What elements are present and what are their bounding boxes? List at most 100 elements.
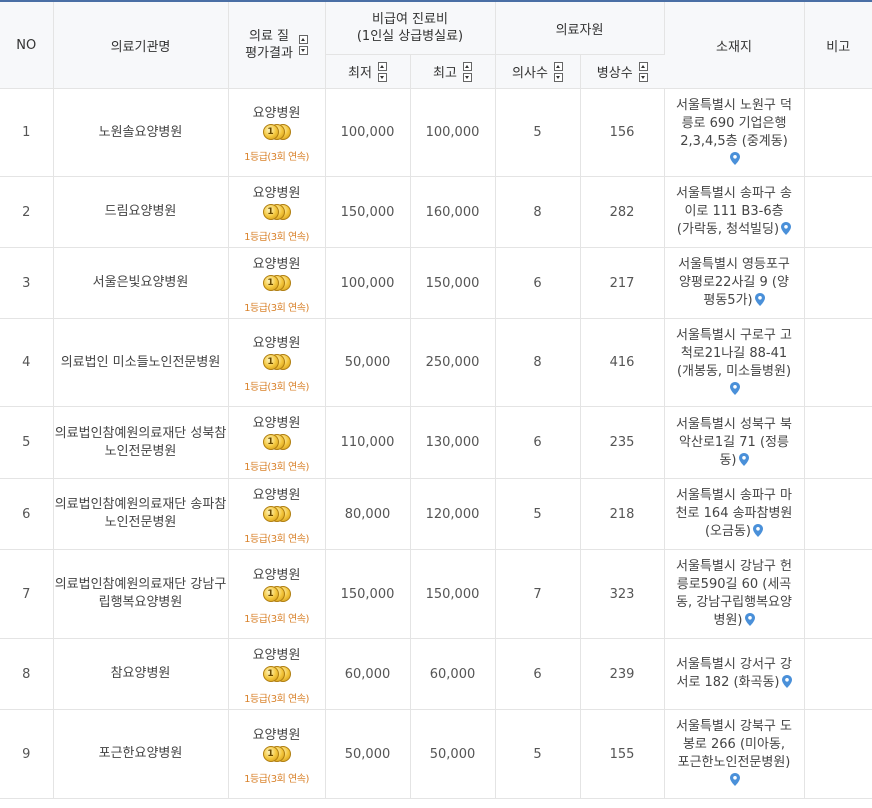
- map-pin-icon[interactable]: [753, 524, 764, 537]
- header-staff: 의료자원: [495, 0, 665, 55]
- map-pin-icon[interactable]: [754, 293, 765, 306]
- address-text: 서울특별시 송파구 송이로 111 B3-6층 (가락동, 청석빌딩): [676, 186, 792, 237]
- quality-type: 요양병원: [252, 727, 301, 743]
- quality-grade: 1등급(3회 연속): [244, 462, 309, 473]
- cell-address: 서울특별시 성북구 북악산로1길 71 (정릉동): [664, 406, 805, 479]
- table-body: 1 노원솔요양병원 요양병원 1 1등급(3회 연속) 100,000 100,…: [0, 88, 872, 799]
- sort-updown-icon[interactable]: [553, 61, 563, 82]
- header-no: NO: [0, 0, 54, 89]
- quality-type: 요양병원: [252, 256, 301, 272]
- sort-updown-icon[interactable]: [298, 35, 308, 55]
- quality-type: 요양병원: [252, 185, 301, 201]
- map-pin-icon[interactable]: [781, 675, 792, 688]
- cell-address: 서울특별시 영등포구 양평로22사길 9 (양평동5가): [664, 247, 805, 319]
- cell-no: 8: [0, 638, 54, 710]
- sort-updown-icon[interactable]: [462, 61, 472, 82]
- cell-fee-min: 150,000: [325, 176, 411, 248]
- address-text: 서울특별시 강서구 강서로 182 (화곡동): [676, 657, 792, 690]
- hospital-name-link[interactable]: 의료법인참예원의료재단 성북참노인전문병원: [54, 425, 228, 461]
- cell-doctors: 6: [495, 406, 581, 479]
- quality-type: 요양병원: [252, 416, 301, 431]
- cell-address: 서울특별시 송파구 송이로 111 B3-6층 (가락동, 청석빌딩): [664, 176, 805, 248]
- hospital-name-link[interactable]: 서울은빛요양병원: [93, 274, 189, 292]
- cell-quality: 요양병원 1 1등급(3회 연속): [228, 406, 326, 479]
- cell-doctors: 5: [495, 709, 581, 799]
- quality-grade: 1등급(3회 연속): [244, 231, 309, 243]
- address-text: 서울특별시 강북구 도봉로 266 (미아동, 포근한노인전문병원): [676, 719, 792, 770]
- cell-quality: 요양병원 1 1등급(3회 연속): [228, 88, 326, 177]
- hospital-name-link[interactable]: 의료법인 미소들노인전문병원: [61, 354, 221, 372]
- cell-name[interactable]: 참요양병원: [53, 638, 229, 710]
- address-text: 서울특별시 성북구 북악산로1길 71 (정릉동): [676, 416, 792, 468]
- cell-remarks: [804, 318, 872, 407]
- hospital-name-link[interactable]: 참요양병원: [111, 665, 171, 683]
- quality-grade: 1등급(3회 연속): [244, 152, 309, 163]
- hospital-name-link[interactable]: 드림요양병원: [105, 203, 177, 221]
- cell-no: 2: [0, 176, 54, 248]
- header-beds[interactable]: 병상수: [580, 54, 664, 89]
- quality-type: 요양병원: [252, 567, 301, 583]
- cell-fee-min: 150,000: [325, 549, 411, 639]
- cell-no: 5: [0, 406, 54, 479]
- cell-fee-min: 60,000: [325, 638, 411, 710]
- map-pin-icon[interactable]: [781, 222, 792, 235]
- table-row: 5 의료법인참예원의료재단 성북참노인전문병원 요양병원 1 1등급(3회 연속…: [0, 406, 872, 479]
- hospital-name-link[interactable]: 포근한요양병원: [99, 745, 183, 763]
- cell-remarks: [804, 176, 872, 248]
- cell-fee-max: 250,000: [410, 318, 496, 407]
- cell-name[interactable]: 드림요양병원: [53, 176, 229, 248]
- cell-remarks: [804, 88, 872, 177]
- hospital-name-link[interactable]: 의료법인참예원의료재단 송파참노인전문병원: [54, 496, 228, 532]
- cell-name[interactable]: 서울은빛요양병원: [53, 247, 229, 319]
- address-text: 서울특별시 송파구 마천로 164 송파참병원 (오금동): [675, 488, 793, 539]
- medal-icon: 1: [261, 202, 293, 224]
- medal-icon: 1: [261, 504, 293, 526]
- quality-grade: 1등급(3회 연속): [244, 693, 309, 705]
- map-pin-icon[interactable]: [738, 452, 749, 466]
- header-quality-line1: 의료 질: [248, 29, 289, 44]
- cell-address: 서울특별시 노원구 덕릉로 690 기업은행 2,3,4,5층 (중계동): [664, 88, 805, 177]
- map-pin-icon[interactable]: [730, 773, 740, 786]
- table-row: 6 의료법인참예원의료재단 송파참노인전문병원 요양병원 1 1등급(3회 연속…: [0, 478, 872, 550]
- header-fee-min[interactable]: 최저: [325, 54, 411, 89]
- cell-fee-max: 160,000: [410, 176, 496, 248]
- medal-icon: 1: [261, 664, 293, 686]
- cell-remarks: [804, 478, 872, 550]
- cell-name[interactable]: 의료법인참예원의료재단 성북참노인전문병원: [53, 406, 229, 479]
- cell-quality: 요양병원 1 1등급(3회 연속): [228, 478, 326, 550]
- table-row: 9 포근한요양병원 요양병원 1 1등급(3회 연속) 50,000 50,00…: [0, 709, 872, 799]
- cell-no: 3: [0, 247, 54, 319]
- cell-address: 서울특별시 강서구 강서로 182 (화곡동): [664, 638, 805, 710]
- cell-address: 서울특별시 송파구 마천로 164 송파참병원 (오금동): [664, 478, 805, 550]
- cell-fee-min: 50,000: [325, 318, 411, 407]
- header-doctors-label: 의사수: [512, 66, 548, 81]
- sort-updown-icon[interactable]: [638, 61, 648, 82]
- cell-fee-max: 130,000: [410, 406, 496, 479]
- header-fee-min-label: 최저: [348, 66, 372, 81]
- quality-type: 요양병원: [252, 106, 301, 121]
- hospital-table: NO 의료기관명 의료 질 평가결과 비급여 진료비 (1인실 상급병실료) 의…: [0, 0, 872, 799]
- cell-no: 7: [0, 549, 54, 639]
- hospital-name-link[interactable]: 의료법인참예원의료재단 강남구립행복요양병원: [54, 576, 228, 612]
- cell-doctors: 5: [495, 478, 581, 550]
- map-pin-icon[interactable]: [744, 613, 755, 626]
- cell-name[interactable]: 노원솔요양병원: [53, 88, 229, 177]
- header-doctors[interactable]: 의사수: [495, 54, 581, 89]
- cell-name[interactable]: 포근한요양병원: [53, 709, 229, 799]
- map-pin-icon[interactable]: [730, 381, 740, 395]
- cell-name[interactable]: 의료법인 미소들노인전문병원: [53, 318, 229, 407]
- cell-name[interactable]: 의료법인참예원의료재단 강남구립행복요양병원: [53, 549, 229, 639]
- header-fee-max[interactable]: 최고: [410, 54, 496, 89]
- cell-fee-max: 50,000: [410, 709, 496, 799]
- quality-grade: 1등급(3회 연속): [244, 773, 309, 785]
- address-text: 서울특별시 노원구 덕릉로 690 기업은행 2,3,4,5층 (중계동): [676, 97, 792, 149]
- cell-name[interactable]: 의료법인참예원의료재단 송파참노인전문병원: [53, 478, 229, 550]
- header-fee-line2: (1인실 상급병실료): [356, 29, 464, 44]
- medal-icon: 1: [261, 432, 293, 454]
- cell-quality: 요양병원 1 1등급(3회 연속): [228, 318, 326, 407]
- sort-updown-icon[interactable]: [377, 61, 387, 82]
- map-pin-icon[interactable]: [730, 151, 740, 165]
- hospital-name-link[interactable]: 노원솔요양병원: [99, 124, 183, 142]
- medal-icon: 1: [261, 584, 293, 606]
- header-quality[interactable]: 의료 질 평가결과: [228, 0, 326, 89]
